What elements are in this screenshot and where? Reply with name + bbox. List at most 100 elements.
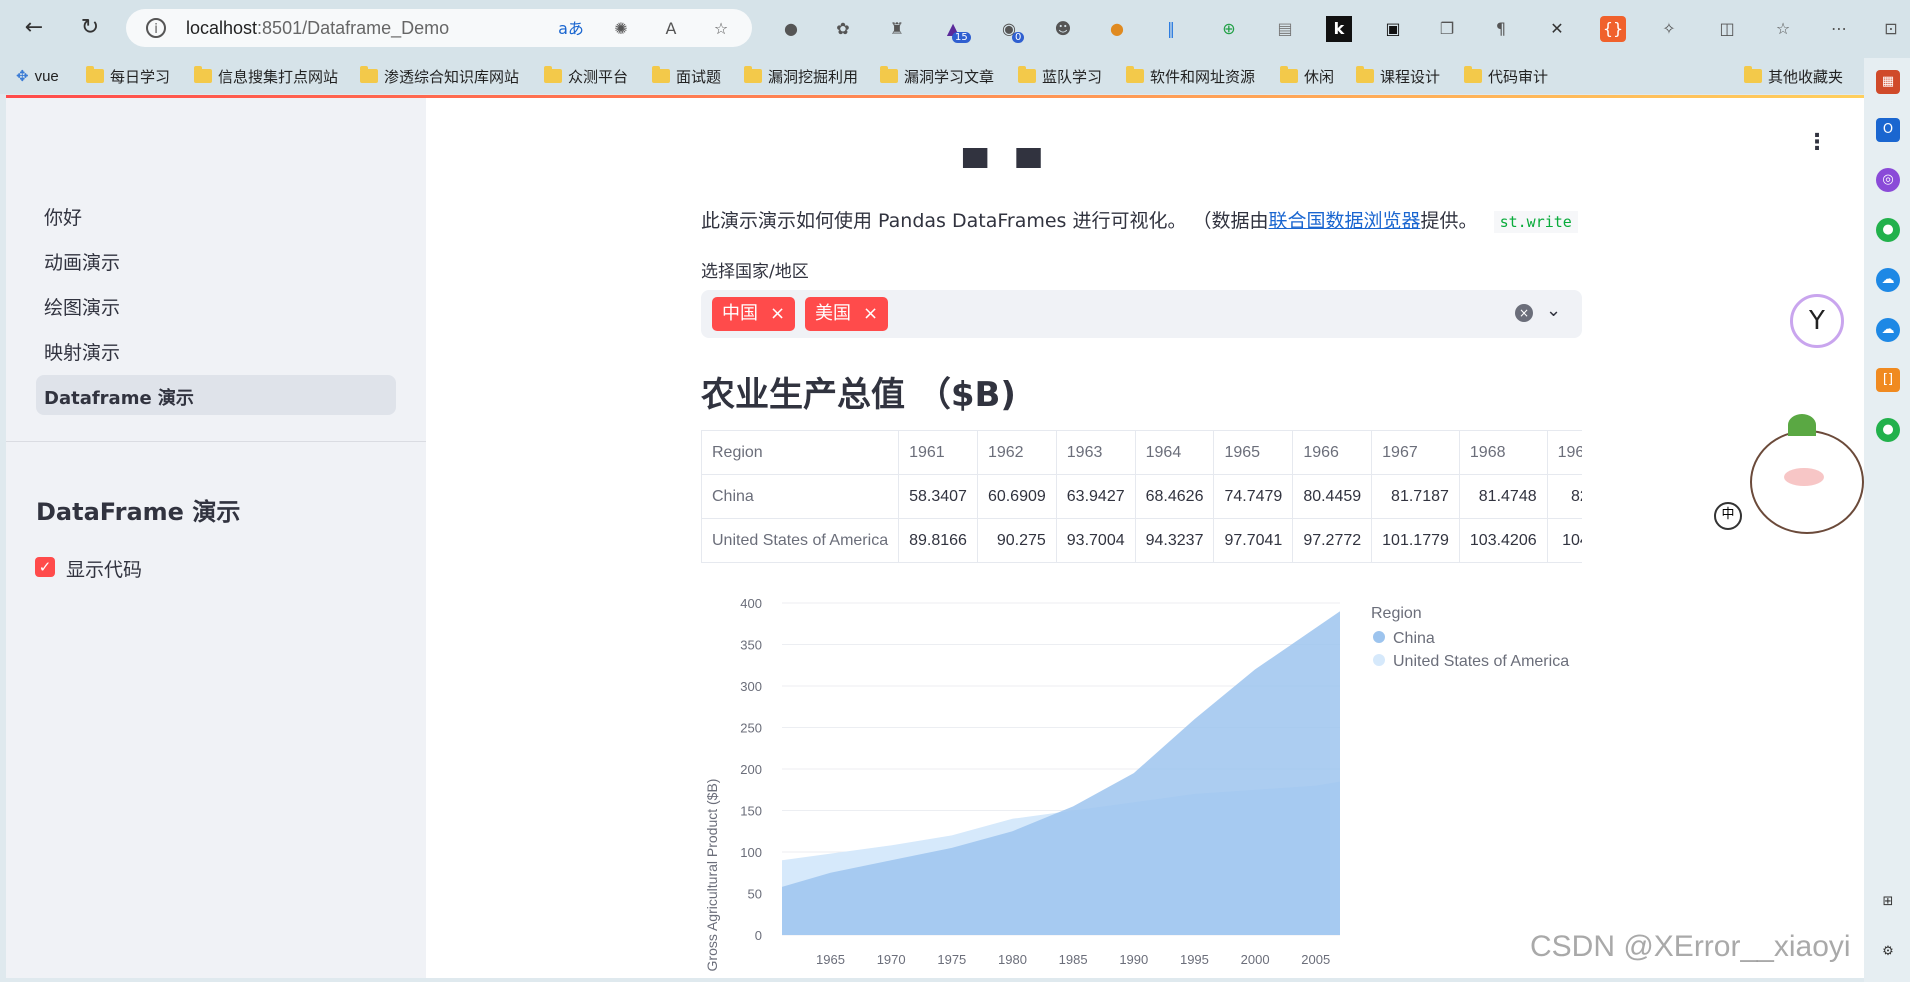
- column-header[interactable]: 1969: [1546, 430, 1582, 475]
- back-icon[interactable]: ←: [20, 14, 48, 42]
- favorite-star-icon[interactable]: ☆: [708, 16, 734, 42]
- x-tick-label: 1990: [1119, 952, 1148, 967]
- folder-icon: [880, 66, 898, 83]
- row-label: China: [701, 474, 900, 519]
- url-text[interactable]: localhost:8501/Dataframe_Demo: [186, 18, 449, 39]
- table-header-row: Region 1961 1962 1963 1964 1965 1966 196…: [701, 430, 1582, 475]
- column-header[interactable]: 1961: [898, 430, 978, 475]
- capture-icon[interactable]: ⊞: [1876, 890, 1900, 914]
- table-row[interactable]: China 58.3407 60.6909 63.9427 68.4626 74…: [701, 474, 1582, 519]
- inline-code: st.write: [1493, 211, 1578, 233]
- y-tick-label: 300: [740, 679, 762, 694]
- split-screen-icon[interactable]: ◫: [1714, 16, 1740, 42]
- column-header[interactable]: 1962: [976, 430, 1057, 475]
- table-cell: 68.4626: [1134, 474, 1215, 519]
- bookmark-folder[interactable]: 渗透综合知识库网站: [360, 62, 519, 90]
- intro-paragraph: 此演示演示如何使用 Pandas DataFrames 进行可视化。 （数据由联…: [701, 206, 1578, 233]
- ext-brackets-icon[interactable]: {}: [1600, 16, 1626, 42]
- info-icon[interactable]: i: [146, 18, 166, 38]
- selected-tag-usa[interactable]: 美国 ×: [805, 297, 889, 331]
- folder-icon: [1126, 66, 1144, 83]
- chart-areas: [782, 611, 1340, 935]
- bookmark-folder[interactable]: 漏洞学习文章: [880, 62, 994, 90]
- column-header[interactable]: 1964: [1134, 430, 1215, 475]
- bookmark-folder[interactable]: 每日学习: [86, 62, 170, 90]
- bookmark-folder[interactable]: 代码审计: [1464, 62, 1548, 90]
- bookmark-folder[interactable]: 软件和网址资源: [1126, 62, 1255, 90]
- remove-tag-icon[interactable]: ×: [863, 303, 878, 324]
- ext-person-icon[interactable]: ☻: [1050, 16, 1076, 42]
- select-label: 选择国家/地区: [701, 262, 809, 282]
- legend-item-usa[interactable]: United States of America: [1393, 653, 1569, 670]
- sidebar-toggle-icon[interactable]: ⊡: [1878, 16, 1904, 42]
- extension-icon[interactable]: ✺: [608, 16, 634, 42]
- column-header[interactable]: 1963: [1055, 430, 1136, 475]
- ext-k-icon[interactable]: k: [1326, 16, 1352, 42]
- bookmark-folder[interactable]: 漏洞挖掘利用: [744, 62, 858, 90]
- remove-tag-icon[interactable]: ×: [770, 303, 785, 324]
- y-tick-label: 350: [740, 638, 762, 653]
- ext-pilcrow-icon[interactable]: ¶: [1488, 16, 1514, 42]
- spiral-icon[interactable]: ◎: [1876, 168, 1900, 192]
- reload-icon[interactable]: ↻: [76, 14, 104, 42]
- tools-icon[interactable]: ▦: [1876, 70, 1900, 94]
- sidebar-item-mapping[interactable]: 映射演示: [44, 338, 120, 365]
- chevron-down-icon[interactable]: ⌄: [1546, 300, 1561, 321]
- bookmark-folder[interactable]: 休闲: [1280, 62, 1334, 90]
- y-tick-label: 250: [740, 721, 762, 736]
- column-header[interactable]: Region: [701, 430, 900, 475]
- ext-hat-icon[interactable]: ♜: [884, 16, 910, 42]
- bookmark-folder[interactable]: 信息搜集打点网站: [194, 62, 338, 90]
- column-header[interactable]: 1965: [1213, 430, 1294, 475]
- column-header[interactable]: 1968: [1458, 430, 1548, 475]
- language-icon[interactable]: 中: [1714, 502, 1742, 530]
- sidebar-item-dataframe[interactable]: Dataframe 演示: [44, 384, 194, 410]
- main-menu-icon[interactable]: ⋮: [1806, 130, 1828, 155]
- cloud-icon[interactable]: ☁: [1876, 318, 1900, 342]
- ext-cookie-icon[interactable]: ●: [1104, 16, 1130, 42]
- intro-suffix: 提供。: [1420, 210, 1478, 232]
- show-code-checkbox[interactable]: ✓: [35, 557, 55, 577]
- table-cell: 90.275: [976, 518, 1057, 563]
- column-header[interactable]: 1966: [1292, 430, 1373, 475]
- bookmark-vue[interactable]: ✥ vue: [16, 62, 59, 90]
- ext-green-icon[interactable]: ⊕: [1216, 16, 1242, 42]
- ext-copy-icon[interactable]: ❐: [1434, 16, 1460, 42]
- area-series-china[interactable]: [782, 611, 1340, 935]
- folder-icon: [652, 66, 670, 83]
- favorites-icon[interactable]: ☆: [1770, 16, 1796, 42]
- read-aloud-icon[interactable]: A: [658, 16, 684, 42]
- tag-label: 美国: [815, 303, 851, 324]
- ext-circle-icon[interactable]: ●: [778, 16, 804, 42]
- ext-bars-icon[interactable]: ‖: [1158, 16, 1184, 42]
- bookmark-folder[interactable]: 众测平台: [544, 62, 628, 90]
- bookmark-folder[interactable]: 蓝队学习: [1018, 62, 1102, 90]
- table-row[interactable]: United States of America 89.8166 90.275 …: [701, 518, 1582, 563]
- more-icon[interactable]: ⋯: [1826, 16, 1852, 42]
- clear-all-icon[interactable]: ×: [1515, 304, 1533, 322]
- extensions-icon[interactable]: ✧: [1656, 16, 1682, 42]
- assistant-icon[interactable]: Y: [1790, 294, 1844, 348]
- cloud-icon[interactable]: ☁: [1876, 268, 1900, 292]
- area-chart[interactable]: 0 50 100 150 200 250 300 350 400 1965 1970 1975 198…: [700, 585, 1600, 980]
- translate-icon[interactable]: aあ: [558, 16, 584, 42]
- bracket-icon[interactable]: []: [1876, 368, 1900, 392]
- selected-tag-china[interactable]: 中国 ×: [712, 297, 796, 331]
- sidebar-item-hello[interactable]: 你好: [44, 203, 82, 230]
- chat-icon[interactable]: ●: [1876, 218, 1900, 242]
- sidebar-item-plotting[interactable]: 绘图演示: [44, 293, 120, 320]
- legend-item-china[interactable]: China: [1393, 630, 1435, 647]
- ext-puzzle-icon[interactable]: ✿: [830, 16, 856, 42]
- settings-gear-icon[interactable]: ⚙: [1876, 940, 1900, 964]
- sidebar-item-animation[interactable]: 动画演示: [44, 248, 120, 275]
- column-header[interactable]: 1967: [1371, 430, 1460, 475]
- bookmark-other[interactable]: 其他收藏夹: [1744, 62, 1843, 90]
- outlook-icon[interactable]: O: [1876, 118, 1900, 142]
- bookmark-folder[interactable]: 课程设计: [1356, 62, 1440, 90]
- dataframe[interactable]: Region 1961 1962 1963 1964 1965 1966 196…: [701, 430, 1582, 564]
- ext-stripe-icon[interactable]: ▤: [1272, 16, 1298, 42]
- ext-x-icon[interactable]: ✕: [1544, 16, 1570, 42]
- bookmark-folder[interactable]: 面试题: [652, 62, 721, 90]
- undata-link[interactable]: 联合国数据浏览器: [1269, 210, 1421, 232]
- ext-glasses-icon[interactable]: ▣: [1380, 16, 1406, 42]
